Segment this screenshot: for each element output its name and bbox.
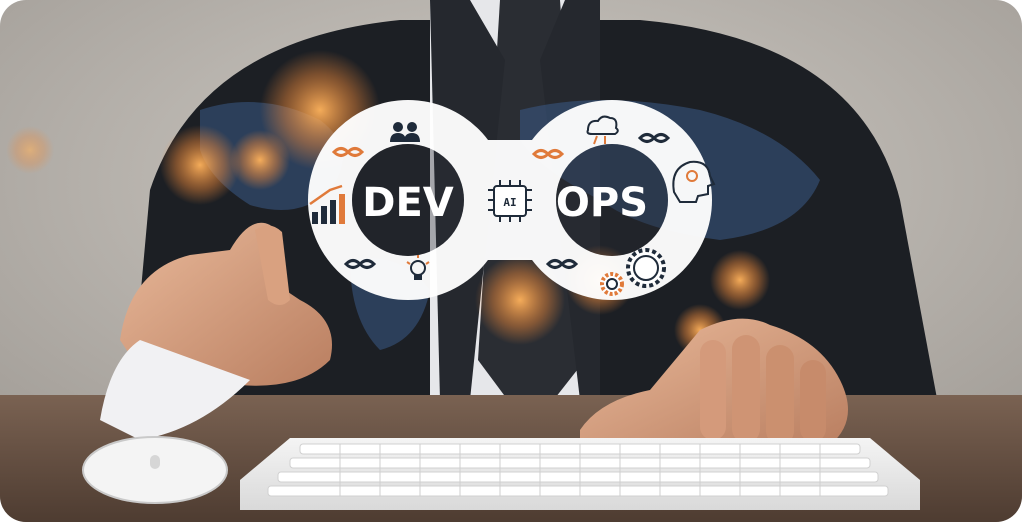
photo-frame: DEV OPS AI: [0, 0, 1022, 522]
logo-ops-text: OPS: [556, 180, 648, 226]
devops-photo: DEV OPS AI: [0, 0, 1022, 522]
ai-chip-icon: AI: [488, 180, 532, 222]
logo-dev-text: DEV: [362, 180, 454, 226]
ai-chip-label: AI: [503, 196, 516, 209]
keyboard: [240, 438, 920, 510]
mouse: [82, 436, 228, 504]
